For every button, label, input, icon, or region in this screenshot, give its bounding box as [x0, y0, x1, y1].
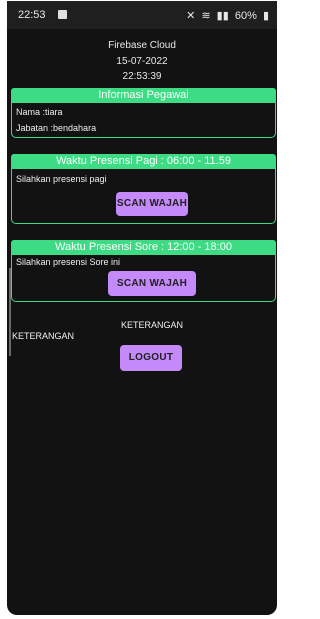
scan-wajah-pagi-button[interactable]: SCAN WAJAH — [116, 192, 188, 216]
info-title: Informasi Pegawai — [11, 88, 276, 103]
battery-icon: ▮ — [262, 10, 269, 22]
keterangan-center: KETERANGAN — [121, 320, 184, 330]
mute-icon: ✕ — [186, 10, 196, 22]
sore-section: Waktu Presensi Sore : 12:00 - 18:00 Sila… — [11, 240, 276, 302]
pagi-section: Waktu Presensi Pagi : 06:00 - 11.59 Sila… — [11, 154, 276, 224]
pagi-text: Silahkan presensi pagi — [16, 174, 107, 184]
info-jabatan: Jabatan :bendahara — [16, 123, 97, 133]
logout-button[interactable]: LOGOUT — [120, 345, 182, 371]
header-date: 15-07-2022 — [116, 56, 168, 67]
scan-wajah-sore-button[interactable]: SCAN WAJAH — [108, 271, 196, 296]
keterangan-left: KETERANGAN — [12, 331, 75, 341]
scroll-indicator — [9, 268, 11, 356]
notification-icon — [58, 10, 67, 19]
info-nama: Nama :tiara — [16, 107, 63, 117]
pagi-title: Waktu Presensi Pagi : 06:00 - 11.59 — [11, 154, 276, 169]
sore-title: Waktu Presensi Sore : 12:00 - 18:00 — [11, 240, 276, 255]
battery-level: 60% — [234, 10, 257, 22]
header-title: Firebase Cloud — [108, 40, 176, 51]
status-bar: 22:53 ✕ ≋ ▮▮ 60% ▮ — [7, 1, 277, 29]
wifi-icon: ≋ — [201, 10, 211, 22]
status-right: ✕ ≋ ▮▮ 60% ▮ — [183, 9, 269, 22]
sore-text: Silahkan presensi Sore ini — [16, 257, 121, 267]
status-time: 22:53 — [18, 9, 46, 21]
signal-icon: ▮▮ — [216, 10, 229, 22]
header-clock: 22:53:39 — [122, 71, 162, 82]
info-section: Informasi Pegawai Nama :tiara Jabatan :b… — [11, 88, 276, 138]
